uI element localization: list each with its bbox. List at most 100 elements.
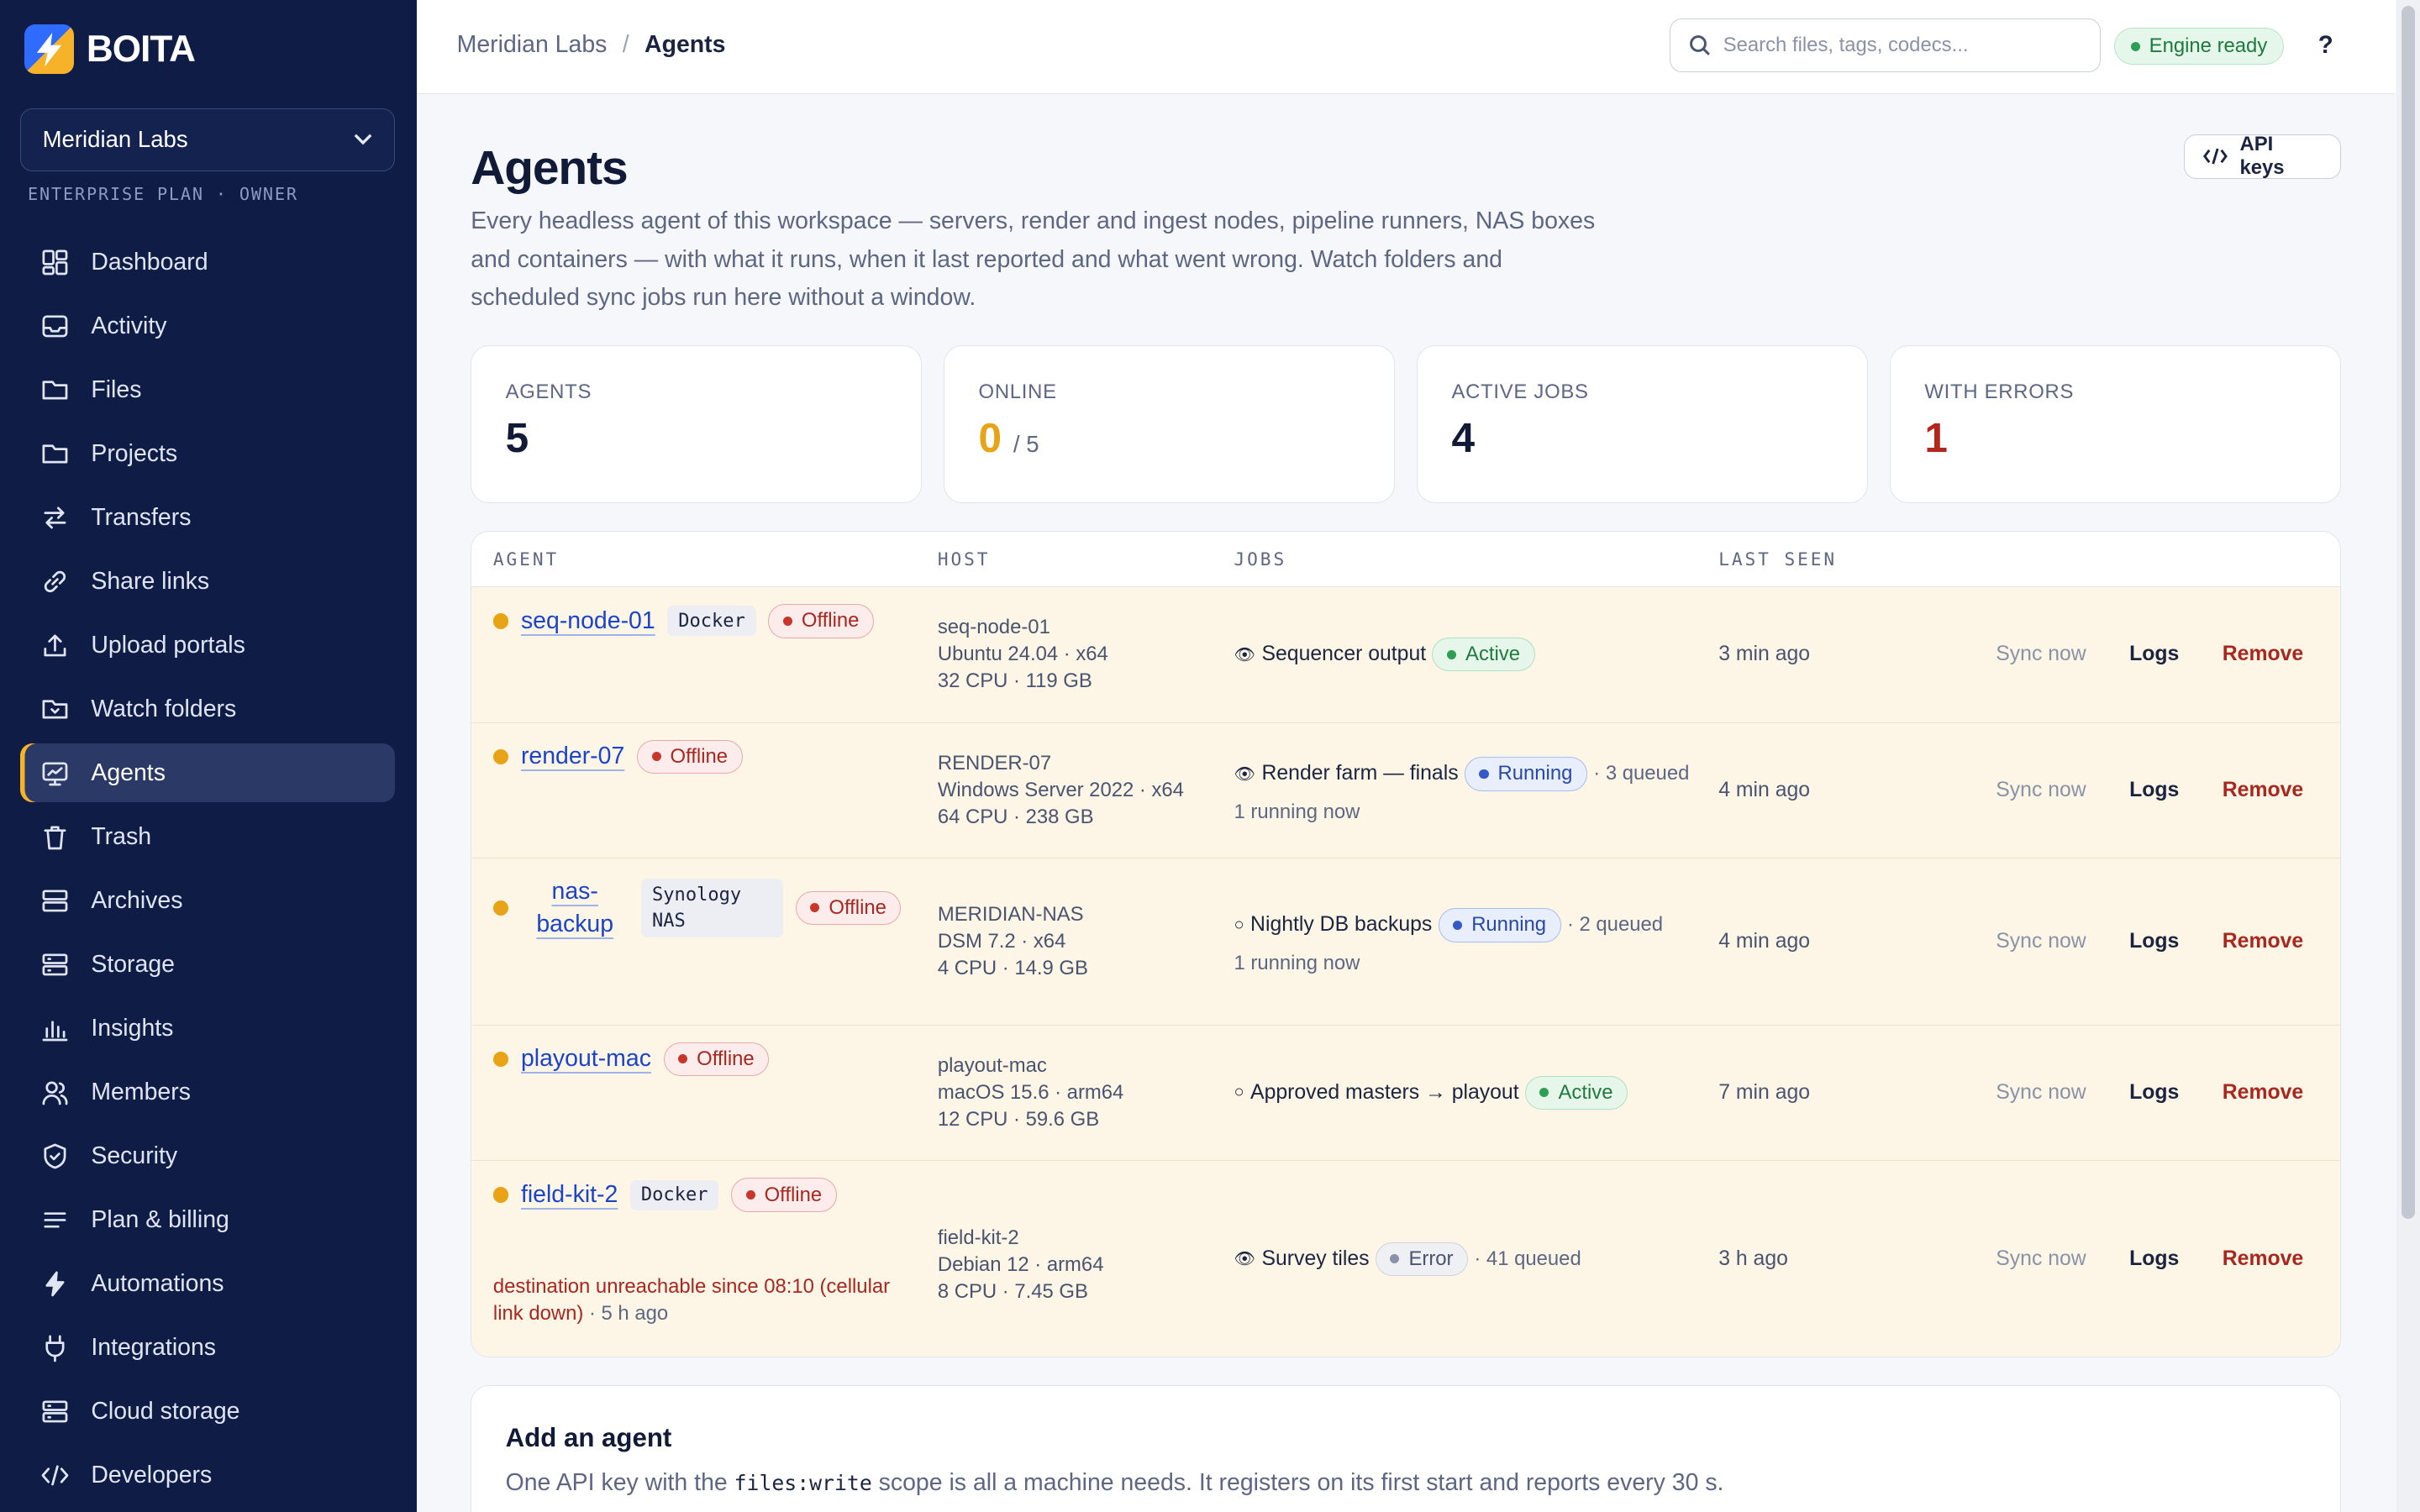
sidebar-item-integrations[interactable]: Integrations [20,1319,395,1378]
logs-button[interactable]: Logs [2129,1247,2179,1271]
sidebar-item-transfers[interactable]: Transfers [20,488,395,547]
remove-button[interactable]: Remove [2223,1247,2303,1271]
sidebar-item-storage[interactable]: Storage [20,936,395,995]
status-dot [492,613,509,629]
job-status-badge: Running [1464,757,1587,791]
sync-now-button[interactable]: Sync now [1996,643,2086,666]
breadcrumb-workspace[interactable]: Meridian Labs [457,31,608,59]
sync-now-button[interactable]: Sync now [1996,779,2086,802]
sidebar-item-trash[interactable]: Trash [20,807,395,866]
storage-icon [40,1397,70,1426]
agent-type-tag: Docker [667,606,756,637]
agents-table: AGENT HOST JOBS LAST SEEN seq-node-01 Doc… [471,530,2342,1358]
agent-name-link[interactable]: seq-node-01 [521,607,655,635]
host-line: Debian 12 · arm64 [937,1253,1104,1277]
sidebar-item-cloud-storage[interactable]: Cloud storage [20,1383,395,1441]
status-dot [492,1051,509,1068]
logs-button[interactable]: Logs [2129,643,2179,666]
help-button[interactable]: ? [2318,31,2333,60]
table-row: nas-backup Synology NAS Offline MERIDIAN-NA… [471,858,2341,1026]
logs-button[interactable]: Logs [2129,930,2179,953]
sidebar-item-files[interactable]: Files [20,360,395,419]
table-body: seq-node-01 Docker Offline seq-node-01 Ubunt… [471,586,2341,1357]
shield-icon [40,1142,70,1171]
jobs-cell: ○ Approved masters → playout Active [1234,1026,1719,1161]
sync-now-button[interactable]: Sync now [1996,1081,2086,1105]
job-running: 1 running now [1234,951,1360,974]
remove-button[interactable]: Remove [2223,643,2303,666]
job-name[interactable]: Nightly DB backups [1250,913,1432,937]
job-icon: ○ [1234,915,1244,934]
job-icon: ○ [1234,1083,1244,1102]
sidebar-item-agents[interactable]: Agents [19,743,396,803]
stat-label: WITH ERRORS [1924,380,2075,403]
sidebar-item-upload-portals[interactable]: Upload portals [20,616,395,675]
sidebar-item-developers[interactable]: Developers [20,1446,395,1505]
sidebar: BOITA Meridian Labs ENTERPRISE PLAN · OW… [0,0,417,1512]
sidebar-item-security[interactable]: Security [20,1127,395,1186]
workspace-select[interactable]: Meridian Labs [19,108,396,171]
sync-now-button[interactable]: Sync now [1996,1247,2086,1271]
search-box[interactable] [1670,18,2101,73]
status-dot [492,900,509,916]
stat-label: ACTIVE JOBS [1451,380,1589,403]
badge-text: Offline [829,895,886,919]
transfer-icon [40,503,70,533]
agent-name-link[interactable]: field-kit-2 [521,1181,618,1209]
workspace-plan: ENTERPRISE PLAN · OWNER [28,183,298,204]
job-name[interactable]: Survey tiles [1261,1247,1369,1271]
job-queued: · 2 queued [1566,913,1664,937]
stat-card: ONLINE 0 / 5 [944,345,1396,503]
jobs-cell: 👁 Survey tiles Error · 41 queued [1234,1161,1719,1357]
page-title: Agents [471,141,628,196]
sync-now-button[interactable]: Sync now [1996,930,2086,953]
scrollbar[interactable] [2396,0,2420,1512]
remove-button[interactable]: Remove [2223,779,2303,802]
agent-name-link[interactable]: render-07 [521,743,624,770]
agent-name-link[interactable]: playout-mac [521,1045,651,1073]
sidebar-item-automations[interactable]: Automations [20,1255,395,1314]
remove-button[interactable]: Remove [2223,1081,2303,1105]
sidebar-item-watch-folders[interactable]: Watch folders [20,680,395,738]
api-keys-button[interactable]: API keys [2183,133,2342,179]
host-line: RENDER-07 [937,751,1052,774]
sidebar-item-insights[interactable]: Insights [20,1000,395,1058]
logs-button[interactable]: Logs [2129,1081,2179,1105]
sidebar-item-projects[interactable]: Projects [20,424,395,483]
job-name[interactable]: Sequencer output [1261,643,1426,666]
code-icon [2202,148,2228,165]
job-line: 👁 Render farm — finals Running · 3 queued [1234,757,1719,791]
sidebar-item-plan-billing[interactable]: Plan & billing [20,1191,395,1250]
brand-name: BOITA [86,28,196,70]
host-cell: field-kit-2 Debian 12 · arm64 8 CPU · 7.45… [938,1161,1234,1357]
job-name[interactable]: Render farm — finals [1261,762,1458,785]
scrollbar-thumb[interactable] [2401,6,2416,1219]
add-agent-text: One API key with the files:write scope i… [506,1469,2307,1497]
jobs-cell: ○ Nightly DB backups Running · 2 queued 1 ru… [1234,858,1719,1024]
add-agent-title: Add an agent [505,1423,672,1453]
job-queued: · 3 queued [1593,762,1690,785]
search-input[interactable] [1723,34,2063,58]
host-line: Windows Server 2022 · x64 [937,778,1184,801]
stat-label: ONLINE [978,380,1057,403]
remove-button[interactable]: Remove [2223,930,2303,953]
status-badge: Offline [795,890,902,926]
sidebar-item-label: Files [91,375,142,403]
brand[interactable]: BOITA [24,24,196,75]
folder-icon [40,375,70,405]
bolt-icon [40,1269,70,1299]
sidebar-item-archives[interactable]: Archives [20,871,395,930]
badge-text: Running [1471,913,1547,937]
sidebar-item-label: Plan & billing [91,1205,229,1233]
agent-name-link[interactable]: nas-backup [521,875,629,940]
job-name[interactable]: Approved masters → playout [1250,1081,1519,1105]
sidebar-item-share-links[interactable]: Share links [20,552,395,611]
sidebar-item-activity[interactable]: Activity [20,297,395,355]
sidebar-item-label: Activity [91,312,167,339]
host-cell: RENDER-07 Windows Server 2022 · x64 64 CPU… [938,723,1234,858]
sidebar-item-dashboard[interactable]: Dashboard [20,233,395,291]
add-agent-card: Add an agent One API key with the files:… [471,1385,2342,1512]
sidebar-item-members[interactable]: Members [20,1063,395,1122]
logs-button[interactable]: Logs [2129,779,2179,802]
workspace-name: Meridian Labs [42,126,188,153]
